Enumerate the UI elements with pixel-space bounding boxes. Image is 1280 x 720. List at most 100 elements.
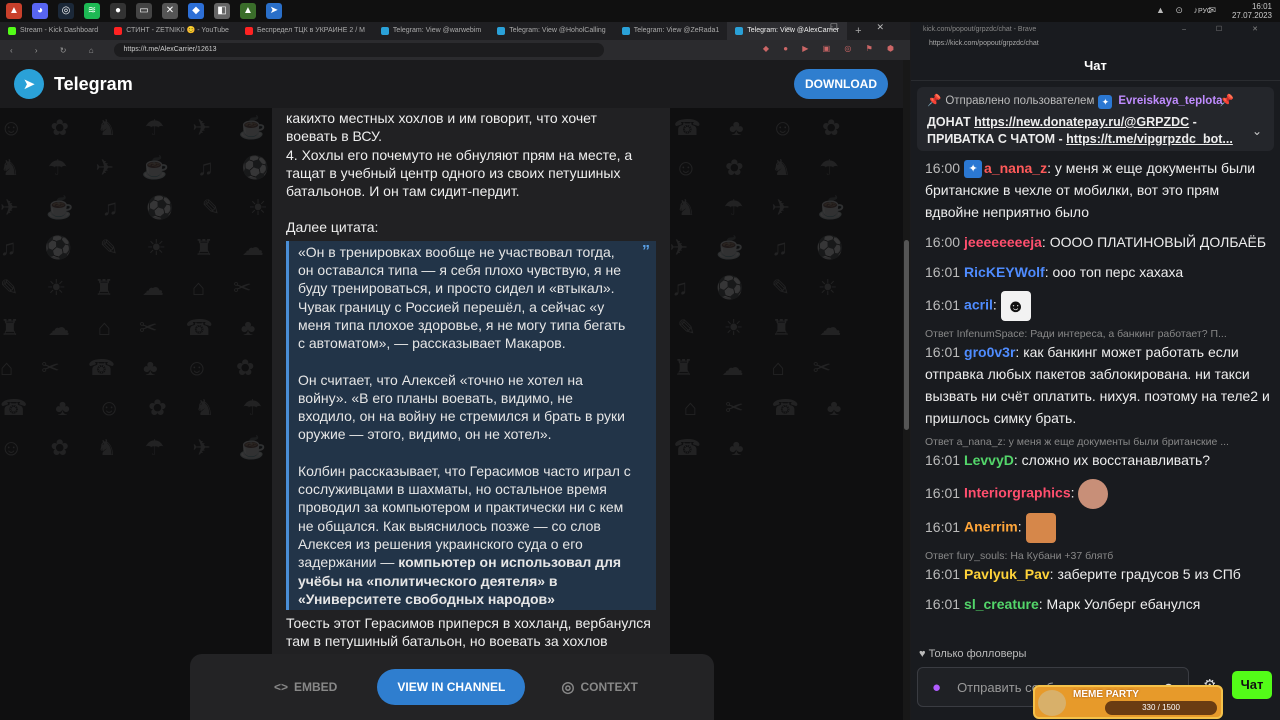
tab-favicon [380, 27, 389, 35]
quote-paragraph: Колбин рассказывает, что Герасимов часто… [298, 462, 632, 608]
chat-url[interactable]: https://kick.com/popout/grpzdc/chat [911, 37, 1280, 51]
msg-user[interactable]: gro0v3r [964, 344, 1015, 360]
telegram-logo-icon[interactable]: ➤ [14, 69, 44, 99]
pinned-message[interactable]: 📌 Отправлено пользователем ✦ Evreiskaya_… [917, 87, 1274, 151]
chat-message[interactable]: 16:01 gro0v3r: как банкинг может работать… [925, 341, 1272, 429]
chat-message[interactable]: 16:01 RicKEYWolf: ооо топ перс хахаха [925, 261, 1272, 283]
tab-label: Stream - Kick Dashboard [20, 27, 99, 34]
monitor-icon[interactable]: ▭ [136, 3, 152, 19]
globe-icon: ◎ [561, 679, 575, 696]
chat-window-controls[interactable]: – ☐ ✕ [1182, 22, 1272, 37]
browser-tab[interactable]: Telegram: View @HoholCalling [489, 22, 613, 40]
message-line: Тоесть этот Герасимов приперся в хохланд… [286, 615, 651, 632]
msg-user[interactable]: LevvyD [964, 452, 1014, 468]
browser-tab[interactable]: Telegram: View @warwebim [373, 22, 489, 40]
msg-text: Марк Уолберг ебанулся [1046, 596, 1201, 612]
microphone-icon[interactable]: ● [932, 679, 941, 696]
window-controls[interactable]: – ☐ ✕ [786, 22, 902, 33]
emote-icon [1078, 479, 1109, 509]
discord-icon[interactable]: ◕ [32, 3, 48, 19]
url-input[interactable]: https://t.me/AlexCarrier/12613 [113, 43, 604, 57]
msg-user[interactable]: acril [964, 297, 993, 313]
unpin-icon[interactable]: 📌 [1220, 93, 1234, 110]
chat-message[interactable]: 16:00 jeeeeeeeeja: ОООО ПЛАТИНОВЫЙ ДОЛБАЁ… [925, 231, 1272, 253]
reply-reference[interactable]: Ответ a_nana_z: у меня ж еще документы б… [925, 435, 1272, 449]
context-label: CONTEXT [580, 680, 638, 694]
tab-label: Беспредел ТЦК в УКРАИНЕ 2 / М [256, 27, 365, 34]
pinned-link[interactable]: https://new.donatepay.ru/@GRPZDC [974, 115, 1189, 129]
code-icon: <> [274, 680, 289, 694]
extension-icons[interactable]: ◆ ● ▶ ▣ ◎ ⚑ ⬢ [763, 44, 900, 53]
chat-message[interactable]: 16:01 Interiorgraphics: [925, 479, 1272, 509]
blockquote: ” «Он в тренировках вообще не участвовал… [286, 240, 656, 611]
reply-reference[interactable]: Ответ fury_souls: На Кубани +37 блятб [925, 549, 1272, 563]
clock[interactable]: РУС 16:01 27.07.2023 [1198, 2, 1272, 20]
brave-icon[interactable]: ▲ [6, 3, 22, 19]
pinned-text-part: ДОНАТ [927, 115, 975, 129]
msg-user[interactable]: RicKEYWolf [964, 264, 1045, 280]
reply-reference[interactable]: Ответ InfenumSpace: Ради интереса, а бан… [925, 327, 1272, 341]
app-telegram-icon[interactable]: ➤ [266, 3, 282, 19]
embed-button[interactable]: <> EMBED [274, 680, 337, 694]
pinned-text: ДОНАТ https://new.donatepay.ru/@GRPZDC -… [927, 114, 1264, 148]
page-scrollbar[interactable] [903, 60, 910, 720]
msg-time: 16:00 [925, 234, 961, 250]
msg-user[interactable]: Interiorgraphics [964, 485, 1071, 501]
nav-buttons[interactable]: ‹ › ↻ ⌂ [0, 46, 114, 55]
msg-user[interactable]: jeeeeeeeeja [964, 234, 1042, 250]
message-line: 4. Хохлы его почемуто не обнуляют прям н… [286, 146, 633, 163]
clock-time: 16:01 [1251, 2, 1272, 11]
msg-time: 16:01 [925, 484, 961, 501]
app-x-icon[interactable]: ✕ [162, 3, 178, 19]
tab-favicon [621, 27, 630, 35]
message-line: какихто местных хохлов и им говорит, что… [286, 110, 597, 126]
msg-text: ооо топ перс хахаха [1052, 264, 1184, 280]
chat-message[interactable]: 16:01 Pavlyuk_Pav: заберите градусов 5 из… [925, 563, 1272, 585]
obs-icon[interactable]: ● [110, 3, 126, 19]
scrollbar-thumb[interactable] [904, 240, 909, 430]
telegram-header: ➤ Telegram DOWNLOAD [0, 60, 910, 108]
tab-label: Telegram: View @ZeRada1 [633, 27, 720, 34]
browser-tab[interactable]: СТИНТ - ZETNIK0 😊 - YouTube [106, 22, 237, 40]
emote-icon [1025, 513, 1056, 543]
app-blue-icon[interactable]: ◆ [188, 3, 204, 19]
chat-message[interactable]: 16:01 acril: ☻ [925, 291, 1272, 321]
clock-date: 27.07.2023 [1231, 11, 1272, 20]
followers-only-label: Только фолловеры [928, 648, 1027, 660]
msg-user[interactable]: a_nana_z [984, 160, 1047, 176]
msg-time: 16:01 [925, 296, 961, 313]
tab-favicon [497, 27, 506, 35]
msg-user[interactable]: Anerrim [964, 519, 1018, 535]
chat-message[interactable]: 16:01 sl_creature: Марк Уолберг ебанулся [925, 593, 1272, 615]
browser-tab[interactable]: Telegram: View @ZeRada1 [614, 22, 728, 40]
telegram-page: ☺✿♞☂✈☕♫⚽✎☀♜☁⌂✂☎♣☺✿♞☂✈☕♫⚽✎☀♜☁⌂✂☎♣☺✿♞☂✈☕♫⚽… [0, 60, 910, 720]
message-bubble: какихто местных хохлов и им говорит, что… [272, 108, 670, 720]
app-green-icon[interactable]: ▲ [240, 3, 256, 19]
chat-message[interactable]: 16:00 ✦ a_nana_z: у меня ж еще документы б… [925, 157, 1272, 223]
msg-user[interactable]: sl_creature [964, 596, 1039, 612]
app-gray-icon[interactable]: ◧ [214, 3, 230, 19]
subscriber-badge-icon: ✦ [964, 160, 983, 179]
msg-time: 16:01 [925, 566, 961, 582]
browser-tab[interactable]: Stream - Kick Dashboard [0, 22, 106, 40]
telegram-brand[interactable]: Telegram [54, 74, 133, 95]
browser-tab[interactable]: Беспредел ТЦК в УКРАИНЕ 2 / М [237, 22, 373, 40]
view-in-channel-button[interactable]: VIEW IN CHANNEL [377, 669, 526, 705]
spotify-icon[interactable]: ≋ [84, 3, 100, 19]
chat-message[interactable]: 16:01 LevvyD: сложно их восстанавливать? [925, 449, 1272, 471]
chevron-down-icon[interactable]: ⌄ [1252, 123, 1262, 140]
os-taskbar: ▲ ◕ ◎ ≋ ● ▭ ✕ ◆ ◧ ▲ ➤ ▲ ⊙ ♪ ✉ РУС 16:01 … [0, 0, 1280, 22]
context-button[interactable]: ◎ CONTEXT [561, 678, 637, 696]
msg-user[interactable]: Pavlyuk_Pav [964, 566, 1050, 582]
pinned-link[interactable]: https://t.me/vipgrpzdc_bot... [1066, 132, 1233, 146]
chat-header: Чат [911, 51, 1280, 81]
send-button[interactable]: Чат [1232, 671, 1272, 699]
embed-label: EMBED [294, 680, 338, 694]
steam-icon[interactable]: ◎ [58, 3, 74, 19]
chat-message[interactable]: 16:01 Anerrim: [925, 513, 1272, 543]
language-indicator: РУС [1197, 8, 1212, 15]
pinned-by-user[interactable]: Evreiskaya_teplota [1118, 93, 1222, 110]
download-button[interactable]: DOWNLOAD [794, 69, 888, 99]
msg-time: 16:00 [925, 160, 961, 176]
msg-text: сложно их восстанавливать? [1021, 452, 1211, 468]
